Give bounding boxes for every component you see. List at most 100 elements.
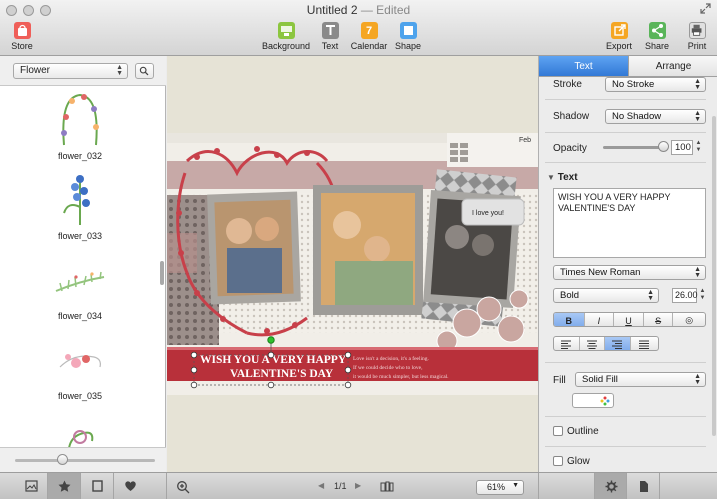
edited-status: — Edited bbox=[360, 3, 411, 17]
stroke-select[interactable]: No Stroke ▲ ▼ bbox=[605, 77, 706, 92]
zoom-in-icon[interactable] bbox=[176, 480, 190, 494]
next-page-button[interactable]: ▶ bbox=[355, 481, 361, 490]
inspector-scrollbar[interactable] bbox=[712, 116, 716, 436]
align-left-icon bbox=[561, 340, 572, 349]
clipart-tab[interactable] bbox=[48, 473, 81, 499]
calendar-icon-day: 7 bbox=[365, 25, 373, 37]
align-center-button[interactable] bbox=[580, 337, 606, 350]
toolbar: Untitled 2 — Edited Store Background Tex… bbox=[0, 0, 717, 56]
opacity-slider-knob[interactable] bbox=[657, 141, 669, 152]
font-size-stepper[interactable]: ▲ ▼ bbox=[698, 288, 707, 303]
fullscreen-icon[interactable] bbox=[700, 3, 711, 14]
divider bbox=[166, 473, 167, 499]
search-button[interactable] bbox=[135, 63, 154, 79]
frames-tab[interactable] bbox=[81, 473, 114, 499]
text-content-field[interactable]: WISH YOU A VERY HAPPY VALENTINE'S DAY bbox=[553, 188, 706, 258]
outline-checkbox[interactable] bbox=[553, 426, 563, 436]
store-button[interactable]: Store bbox=[0, 22, 49, 51]
clipart-list[interactable]: flower_032 flower_033 flower_034 flower_… bbox=[0, 87, 160, 447]
gear-icon bbox=[605, 480, 618, 493]
opacity-slider[interactable] bbox=[603, 146, 663, 149]
text-style-buttons: B I U S ◎ bbox=[553, 312, 706, 327]
document-icon bbox=[640, 481, 648, 492]
fill-color-well[interactable] bbox=[572, 393, 614, 408]
star-icon bbox=[58, 480, 71, 492]
align-left-button[interactable] bbox=[554, 337, 580, 350]
list-item[interactable]: flower_032 bbox=[0, 87, 160, 167]
italic-button[interactable]: I bbox=[585, 313, 615, 326]
clipart-panel-header: Flower ▲ ▼ bbox=[0, 56, 166, 86]
font-style-select[interactable]: Bold ▲ ▼ bbox=[553, 288, 659, 303]
grass-thumbnail bbox=[55, 271, 105, 292]
fill-label: Fill bbox=[553, 375, 566, 386]
canvas[interactable]: Feb I love you! WISH YOU A VERY HAPPY VA… bbox=[167, 56, 538, 472]
previous-page-button[interactable]: ◀ bbox=[318, 481, 324, 490]
inspector-tabs: Text Arrange bbox=[539, 56, 717, 77]
font-family-select[interactable]: Times New Roman ▲ ▼ bbox=[553, 265, 706, 280]
list-item-label: flower_032 bbox=[57, 151, 103, 161]
glow-checkbox[interactable] bbox=[553, 456, 563, 466]
disclosure-triangle-icon: ▼ bbox=[547, 173, 555, 182]
list-item-label: flower_035 bbox=[57, 391, 103, 401]
inspector-pages-tab[interactable] bbox=[627, 473, 660, 499]
list-item[interactable]: flower_034 bbox=[0, 247, 160, 327]
body-text-line-2: If we could decide who to love, bbox=[353, 364, 423, 371]
align-justify-button[interactable] bbox=[631, 337, 658, 350]
outline-style-button[interactable]: ◎ bbox=[673, 313, 705, 326]
zoom-select[interactable]: 61% ▼ bbox=[476, 480, 524, 495]
chevron-down-icon: ▼ bbox=[512, 482, 519, 489]
heart-icon bbox=[125, 481, 136, 491]
list-item-label: flower_034 bbox=[57, 311, 103, 321]
select-arrows-icon: ▲ ▼ bbox=[694, 110, 701, 123]
text-section-header[interactable]: ▼ Text bbox=[547, 172, 578, 183]
rotation-handle[interactable] bbox=[267, 336, 275, 344]
favorites-tab[interactable] bbox=[114, 473, 147, 499]
headline-line-2[interactable]: VALENTINE'S DAY bbox=[230, 368, 334, 380]
opacity-field[interactable]: 100 bbox=[671, 140, 693, 155]
photo-1-clothes bbox=[227, 248, 282, 293]
select-arrows-icon: ▲ ▼ bbox=[694, 78, 701, 91]
calendar-icon: 7 bbox=[360, 22, 378, 39]
strikethrough-button[interactable]: S bbox=[644, 313, 674, 326]
thumbnail-size-slider[interactable] bbox=[0, 447, 166, 472]
photo-3-face-b bbox=[472, 234, 494, 256]
tab-text[interactable]: Text bbox=[539, 56, 628, 77]
font-size-field[interactable]: 26.00 bbox=[672, 288, 698, 303]
bold-button[interactable]: B bbox=[554, 313, 585, 326]
divider bbox=[545, 162, 706, 163]
underline-button[interactable]: U bbox=[614, 313, 644, 326]
divider bbox=[545, 362, 706, 363]
select-arrows-icon: ▲ ▼ bbox=[647, 289, 654, 302]
opacity-stepper[interactable]: ▲ ▼ bbox=[694, 140, 703, 155]
body-text-line-1: Love isn't a decision, it's a feeling. bbox=[353, 355, 430, 362]
shape-button[interactable]: Shape bbox=[381, 22, 435, 51]
tab-arrange[interactable]: Arrange bbox=[628, 56, 717, 77]
category-select[interactable]: Flower ▲ ▼ bbox=[13, 63, 128, 79]
pages-icon[interactable] bbox=[380, 481, 394, 492]
list-item[interactable] bbox=[0, 407, 160, 447]
select-arrows-icon: ▲ ▼ bbox=[694, 266, 701, 279]
bluebell-thumbnail bbox=[63, 175, 90, 225]
speech-bubble-text: I love you! bbox=[472, 210, 504, 217]
list-item[interactable]: flower_035 bbox=[0, 327, 160, 407]
export-icon bbox=[610, 22, 628, 39]
divider bbox=[545, 416, 706, 417]
photos-tab[interactable] bbox=[15, 473, 48, 499]
align-center-icon bbox=[586, 340, 597, 349]
align-right-button[interactable] bbox=[605, 337, 631, 350]
valentine-card[interactable]: Feb I love you! WISH YOU A VERY HAPPY VA… bbox=[167, 133, 538, 395]
align-justify-icon bbox=[639, 340, 650, 349]
glow-label: Glow bbox=[567, 456, 590, 467]
print-button[interactable]: Print bbox=[670, 22, 717, 51]
magnifier-icon bbox=[139, 66, 149, 76]
divider bbox=[545, 446, 706, 447]
fill-select[interactable]: Solid Fill ▲ ▼ bbox=[575, 372, 706, 387]
slider-knob[interactable] bbox=[57, 454, 68, 465]
inspector-settings-tab[interactable] bbox=[594, 473, 627, 499]
list-item[interactable]: flower_033 bbox=[0, 167, 160, 247]
alignment-buttons bbox=[553, 336, 659, 351]
shadow-select[interactable]: No Shadow ▲ ▼ bbox=[605, 109, 706, 124]
divider bbox=[538, 473, 539, 499]
store-icon bbox=[13, 22, 31, 39]
clipart-list-scroller[interactable] bbox=[160, 261, 164, 285]
